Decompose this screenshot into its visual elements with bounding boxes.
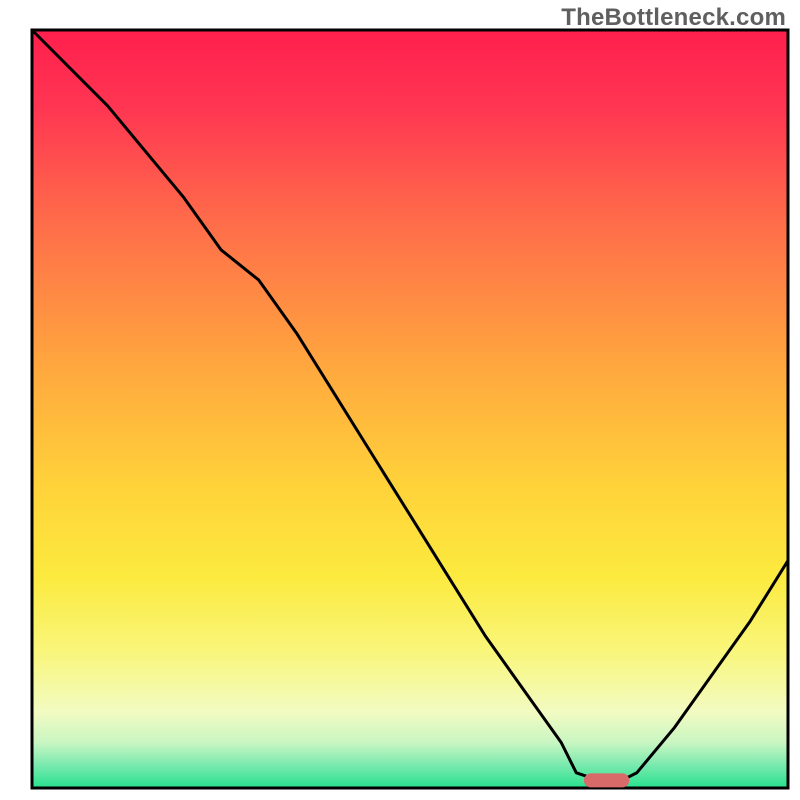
- bottleneck-chart: [0, 0, 800, 800]
- plot-background: [32, 30, 788, 788]
- optimum-marker: [584, 773, 629, 787]
- chart-stage: TheBottleneck.com: [0, 0, 800, 800]
